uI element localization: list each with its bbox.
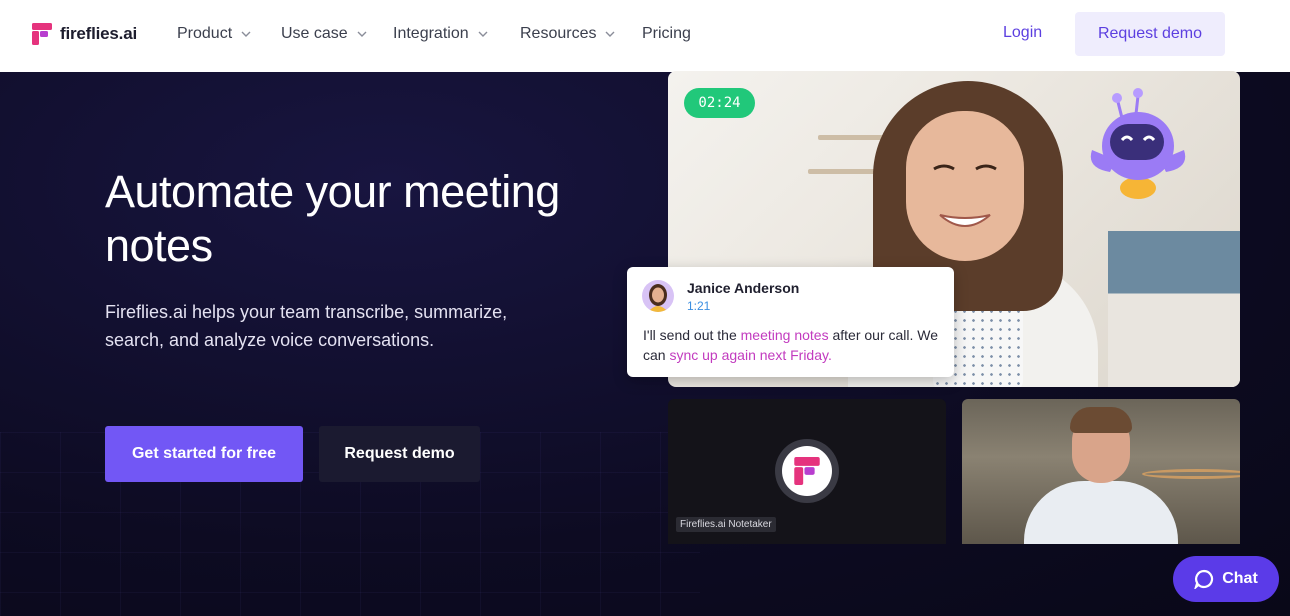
- transcript-highlight: sync up again next Friday.: [669, 347, 832, 363]
- speaker-face: [906, 111, 1024, 261]
- login-link[interactable]: Login: [1003, 24, 1042, 42]
- chevron-down-icon: [605, 31, 615, 37]
- participant-body: [1024, 481, 1178, 544]
- background-light: [1142, 469, 1240, 479]
- chevron-down-icon: [357, 31, 367, 37]
- nav-integration-label: Integration: [393, 25, 469, 42]
- nav-use-case-label: Use case: [281, 25, 348, 42]
- chat-widget-button[interactable]: Chat: [1173, 556, 1279, 602]
- chevron-down-icon: [478, 31, 488, 37]
- nav-use-case[interactable]: Use case: [281, 24, 368, 44]
- hero-request-demo-button[interactable]: Request demo: [319, 426, 480, 482]
- fireflies-logo-icon: [32, 23, 52, 45]
- speaker-avatar: [642, 280, 674, 312]
- speaker-timestamp: 1:21: [687, 299, 711, 313]
- chevron-down-icon: [241, 31, 251, 37]
- speaker-name: Janice Anderson: [687, 280, 800, 296]
- meeting-timer: 02:24: [684, 88, 755, 118]
- transcript-highlight: meeting notes: [740, 327, 829, 343]
- get-started-button[interactable]: Get started for free: [105, 426, 303, 482]
- nav-pricing-label: Pricing: [642, 25, 691, 42]
- nav-request-demo-button[interactable]: Request demo: [1075, 12, 1225, 56]
- background-bed: [1108, 231, 1240, 387]
- nav-product-label: Product: [177, 25, 233, 42]
- brand-name: fireflies.ai: [60, 24, 137, 43]
- top-navbar: fireflies.ai Product Use case Integratio…: [0, 0, 1290, 72]
- notetaker-avatar: [775, 439, 839, 503]
- speaker-face-features: [933, 164, 997, 227]
- participant-video-tile: [962, 399, 1240, 544]
- notetaker-label: Fireflies.ai Notetaker: [676, 517, 776, 532]
- transcript-text: I'll send out the meeting notes after ou…: [643, 325, 943, 365]
- nav-integration[interactable]: Integration: [393, 24, 489, 44]
- nav-resources-label: Resources: [520, 25, 597, 42]
- notetaker-video-tile: Fireflies.ai Notetaker: [668, 399, 946, 544]
- transcript-segment: I'll send out the: [643, 327, 741, 343]
- hero-headline: Automate your meeting notes: [105, 166, 560, 271]
- transcript-caption-card: Janice Anderson 1:21 I'll send out the m…: [627, 267, 954, 377]
- nav-pricing[interactable]: Pricing: [642, 24, 691, 44]
- brand-logo[interactable]: fireflies.ai: [32, 22, 137, 46]
- nav-product[interactable]: Product: [177, 24, 252, 44]
- participant-hair: [1070, 407, 1132, 433]
- chat-bubble-icon: [1194, 569, 1214, 589]
- fireflies-logo-icon: [794, 457, 820, 485]
- nav-resources[interactable]: Resources: [520, 24, 616, 44]
- firefly-robot-mascot-icon: [1090, 88, 1186, 199]
- chat-widget-label: Chat: [1222, 570, 1258, 587]
- hero-subhead: Fireflies.ai helps your team transcribe,…: [105, 302, 508, 350]
